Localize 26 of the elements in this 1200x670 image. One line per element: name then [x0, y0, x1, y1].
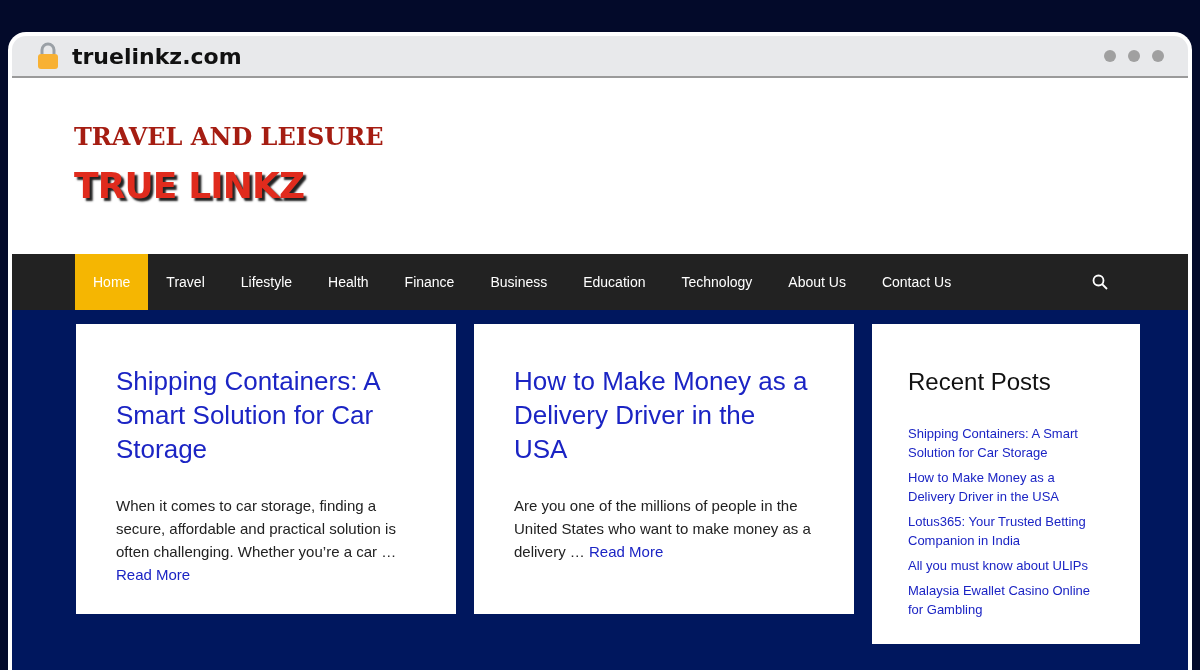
recent-post-link[interactable]: Shipping Containers: A Smart Solution for Car Storage [908, 424, 1104, 462]
nav-link[interactable]: Health [310, 254, 387, 310]
post-excerpt: When it comes to car storage, finding a secure, affordable and practical solution is often challenging. Whether you’re a car … Read More [116, 496, 398, 585]
post-title[interactable]: Shipping Containers: A Smart Solution for Car Storage [116, 364, 416, 466]
recent-post-link[interactable]: Lotus365: Your Trusted Betting Companion in India [908, 512, 1104, 550]
search-icon[interactable] [1092, 274, 1108, 290]
recent-post-link[interactable]: How to Make Money as a Delivery Driver in the USA [908, 468, 1104, 506]
nav-link[interactable]: Finance [386, 254, 473, 310]
site-logo[interactable]: TRUE LINKZ [74, 159, 1188, 213]
nav-link[interactable]: Contact Us [863, 254, 970, 310]
recent-post-link[interactable]: All you must know about ULIPs [908, 556, 1104, 575]
url-text: truelinkz.com [72, 42, 242, 71]
site-tagline: TRAVEL AND LEISURE [74, 121, 385, 153]
nav-link[interactable]: Technology [663, 254, 771, 310]
widget-title: Recent Posts [908, 367, 1052, 397]
nav-link[interactable]: Education [565, 254, 664, 310]
nav-link[interactable]: About Us [770, 254, 864, 310]
nav-link[interactable]: Travel [148, 254, 223, 310]
lock-icon [36, 42, 60, 70]
nav-link[interactable]: Lifestyle [222, 254, 311, 310]
recent-post-link[interactable]: Malaysia Ewallet Casino Online for Gambling [908, 581, 1104, 619]
post-excerpt: Are you one of the millions of people in the United States who want to make money as a delivery … Read More [514, 496, 812, 562]
post-title[interactable]: How to Make Money as a Delivery Driver in the USA [514, 364, 814, 466]
nav-link[interactable]: Business [472, 254, 566, 310]
read-more-link[interactable]: Read More [116, 566, 191, 583]
read-more-link[interactable]: Read More [589, 543, 664, 560]
